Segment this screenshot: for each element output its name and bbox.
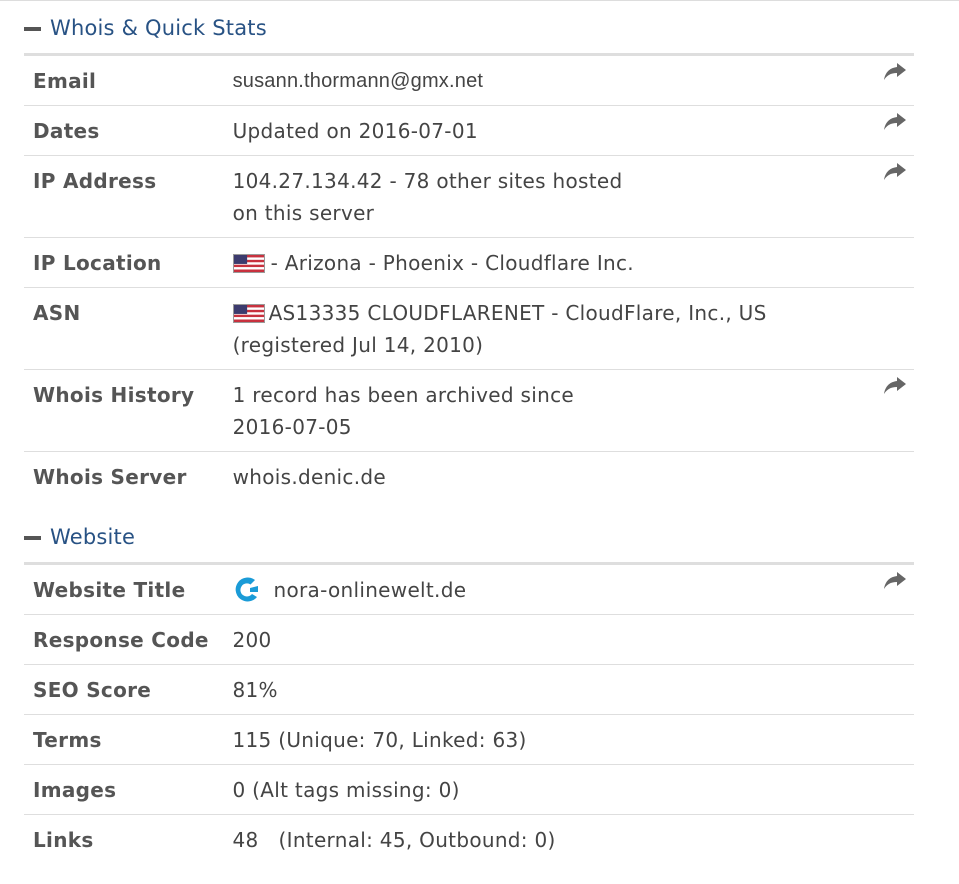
table-row-terms: Terms 115 (Unique: 70, Linked: 63) (24, 714, 914, 765)
share-arrow-icon[interactable] (883, 162, 907, 182)
email-value: susann.thormann@gmx.net (232, 70, 484, 92)
ip-address-line2: on this server (232, 201, 375, 225)
site-favicon-icon (235, 577, 258, 602)
table-row-asn: ASN AS13335 CLOUDFLARENET - CloudFlare, … (24, 287, 914, 370)
website-title-value: nora-onlinewelt.de (273, 578, 467, 602)
section-title-website: Website (50, 525, 136, 549)
us-flag-icon (232, 304, 265, 323)
table-row-ip-location: IP Location - Arizona - Phoenix - Cloudf… (24, 237, 914, 288)
row-label: ASN (33, 301, 81, 325)
minus-icon[interactable] (24, 535, 41, 540)
ip-address-line1: 104.27.134.42 - 78 other sites hosted (232, 169, 623, 193)
website-table: Website Title nora-onlinewelt.de Respons… (24, 562, 914, 864)
section-header-website[interactable]: Website (24, 522, 914, 552)
response-code-value: 200 (232, 628, 272, 652)
asn-line2: (registered Jul 14, 2010) (232, 333, 484, 357)
share-arrow-icon[interactable] (883, 376, 907, 396)
whois-table: Email susann.thormann@gmx.net Dates Upda… (24, 53, 914, 501)
table-row-response-code: Response Code 200 (24, 614, 914, 665)
section-title-whois: Whois & Quick Stats (50, 16, 267, 40)
us-flag-icon (232, 254, 265, 273)
share-arrow-icon[interactable] (883, 62, 907, 82)
row-label: IP Location (33, 251, 162, 275)
row-label: Website Title (33, 578, 186, 602)
whois-server-value: whois.denic.de (232, 465, 386, 489)
dates-value: Updated on 2016-07-01 (232, 119, 478, 143)
row-label: Whois Server (33, 465, 187, 489)
row-label: Whois History (33, 383, 195, 407)
table-row-images: Images 0 (Alt tags missing: 0) (24, 764, 914, 815)
images-value: 0 (Alt tags missing: 0) (232, 778, 460, 802)
table-row-website-title: Website Title nora-onlinewelt.de (24, 563, 914, 615)
section-header-whois[interactable]: Whois & Quick Stats (24, 13, 914, 43)
row-label: Response Code (33, 628, 209, 652)
minus-icon[interactable] (24, 26, 41, 31)
links-value: 48 (Internal: 45, Outbound: 0) (232, 828, 556, 852)
ip-address-value: 104.27.134.42 - 78 other sites hosted on… (233, 156, 828, 237)
table-row-whois-history: Whois History 1 record has been archived… (24, 369, 914, 452)
row-label: Terms (33, 728, 102, 752)
table-row-seo-score: SEO Score 81% (24, 664, 914, 715)
whois-history-line1: 1 record has been archived since (232, 383, 574, 407)
row-label: Images (33, 778, 117, 802)
whois-history-value: 1 record has been archived since 2016-07… (233, 370, 828, 451)
whois-history-line2: 2016-07-05 (232, 415, 352, 439)
share-arrow-icon[interactable] (883, 112, 907, 132)
row-label: Dates (33, 119, 100, 143)
asn-line1: AS13335 CLOUDFLARENET - CloudFlare, Inc.… (268, 301, 767, 325)
table-row-whois-server: Whois Server whois.denic.de (24, 452, 914, 502)
row-label: Links (33, 828, 94, 852)
table-row-email: Email susann.thormann@gmx.net (24, 54, 914, 106)
table-row-dates: Dates Updated on 2016-07-01 (24, 105, 914, 156)
row-label: Email (33, 69, 97, 93)
table-row-ip-address: IP Address 104.27.134.42 - 78 other site… (24, 155, 914, 238)
seo-score-value: 81% (232, 678, 278, 702)
share-arrow-icon[interactable] (883, 571, 907, 591)
ip-location-value: - Arizona - Phoenix - Cloudflare Inc. (270, 251, 634, 275)
table-row-links: Links 48 (Internal: 45, Outbound: 0) (24, 815, 914, 865)
row-label: SEO Score (33, 678, 152, 702)
top-divider (0, 0, 959, 1)
terms-value: 115 (Unique: 70, Linked: 63) (232, 728, 527, 752)
row-label: IP Address (33, 169, 157, 193)
